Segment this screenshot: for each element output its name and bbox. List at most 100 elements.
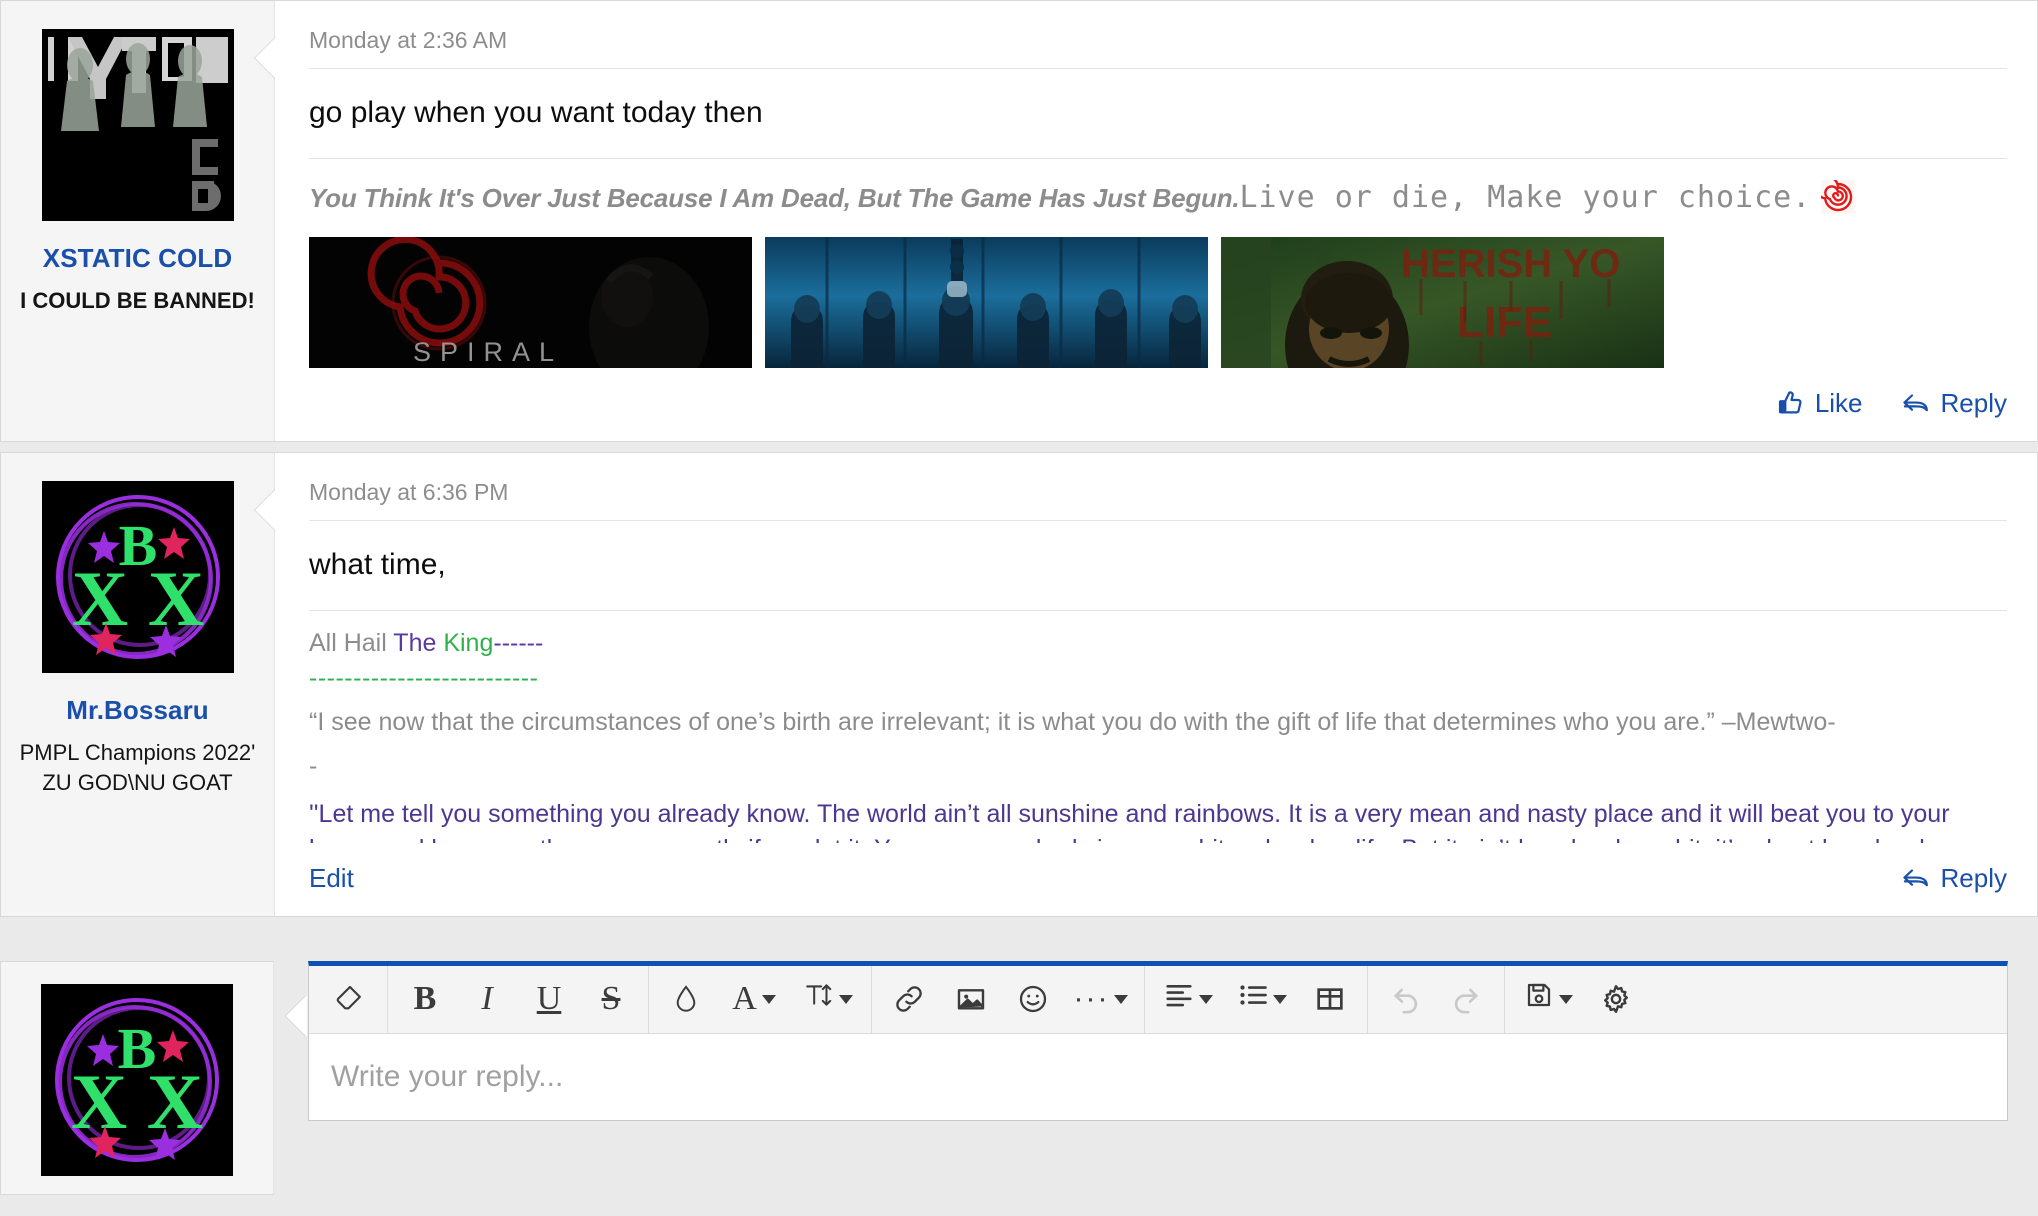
undo-icon[interactable] <box>1374 971 1436 1027</box>
signature-mewtwo-trailing: - <box>309 752 318 781</box>
signature-image-cherish-your-life[interactable]: HERISH YO LIFE <box>1221 236 1664 368</box>
insert-image-icon[interactable] <box>940 971 1002 1027</box>
text-color-icon[interactable] <box>655 971 717 1027</box>
svg-text:X: X <box>71 555 127 642</box>
post-2-user-title: PMPL Champions 2022' ZU GOD\NU GOAT <box>19 739 256 795</box>
post-1: XSTATIC COLD I COULD BE BANNED! Monday a… <box>0 0 2038 442</box>
post-2-timestamp[interactable]: Monday at 6:36 PM <box>309 479 2007 521</box>
edit-button[interactable]: Edit <box>309 863 354 894</box>
bold-button[interactable]: B <box>394 971 456 1027</box>
reply-editor-wrap: B I U S A ··· Write your reply... <box>274 960 2038 1195</box>
chevron-down-icon <box>1198 994 1213 1004</box>
signature-image-spiral-poster[interactable]: SPIRAL <box>309 236 752 368</box>
insert-table-icon[interactable] <box>1299 971 1361 1027</box>
text-align-button[interactable] <box>1151 971 1225 1027</box>
signature-italic-text: You Think It's Over Just Because I Am De… <box>309 183 1240 213</box>
signature-hail-line: All Hail The King------ <box>309 625 2007 661</box>
font-size-button[interactable] <box>791 971 865 1027</box>
toolbar-group-font: A <box>649 965 872 1033</box>
list-button[interactable] <box>1225 971 1299 1027</box>
post-2-username[interactable]: Mr.Bossaru <box>19 695 256 726</box>
editor-toolbar: B I U S A ··· <box>309 965 2007 1034</box>
edit-label: Edit <box>309 862 354 893</box>
insert-link-icon[interactable] <box>878 971 940 1027</box>
signature-image-row: SPIRAL HERISH YO LIFE <box>309 236 2007 368</box>
ellipsis-icon: ··· <box>1073 982 1110 1016</box>
editor-settings-gear-icon[interactable] <box>1585 971 1647 1027</box>
like-button[interactable]: Like <box>1777 388 1863 419</box>
post-1-bubble-arrow <box>255 37 276 79</box>
signature-mono-text: Live or die, Make your choice. <box>1239 180 1812 215</box>
signature-image-pig-mask-scene[interactable] <box>765 236 1208 368</box>
spiral-icon <box>1815 175 1856 223</box>
xstatic-cold-avatar-art <box>41 29 234 221</box>
font-family-button[interactable]: A <box>717 971 791 1027</box>
font-size-icon <box>804 980 834 1018</box>
reply-placeholder: Write your reply... <box>331 1059 564 1093</box>
post-1-timestamp[interactable]: Monday at 2:36 AM <box>309 27 2007 69</box>
reply-arrow-icon <box>1901 389 1931 417</box>
reply-label: Reply <box>1940 387 2007 418</box>
post-2-actions: Edit Reply <box>309 843 2007 916</box>
post-2-content: Monday at 6:36 PM what time, All Hail Th… <box>255 453 2037 916</box>
editor-separator <box>0 916 2038 961</box>
forum-thread-page: XSTATIC COLD I COULD BE BANNED! Monday a… <box>0 0 2038 1216</box>
reply-button[interactable]: Reply <box>1901 388 2007 419</box>
insert-smilie-icon[interactable] <box>1002 971 1064 1027</box>
like-label: Like <box>1814 387 1863 418</box>
italic-button[interactable]: I <box>456 971 518 1027</box>
chevron-down-icon <box>838 994 853 1004</box>
post-1-content: Monday at 2:36 AM go play when you want … <box>255 1 2037 441</box>
reply-editor-avatar[interactable]: B X X <box>41 983 233 1176</box>
post-2: B X X Mr.Bossaru PMPL Champions 2022' ZU… <box>0 451 2038 917</box>
post-1-username[interactable]: XSTATIC COLD <box>19 243 256 274</box>
signature-green-dashes: -------------------------- <box>309 664 539 693</box>
hail-dashes-purple: ------ <box>493 628 544 657</box>
post-2-signature: All Hail The King------ ----------------… <box>309 611 2007 843</box>
chevron-down-icon <box>1558 994 1573 1004</box>
chevron-down-icon <box>1272 994 1287 1004</box>
signature-rocky-quote: ''Let me tell you something you already … <box>309 799 1972 843</box>
hail-king-text: King <box>443 628 494 657</box>
post-1-avatar[interactable] <box>41 29 234 221</box>
post-2-bubble-arrow <box>255 488 276 531</box>
chevron-down-icon <box>1114 994 1129 1004</box>
toolbar-group-clear <box>313 965 388 1033</box>
reply-button[interactable]: Reply <box>1901 863 2007 894</box>
more-options-button[interactable]: ··· <box>1064 971 1138 1027</box>
post-1-message: go play when you want today then <box>309 69 2007 159</box>
reply-editor-block: B X X B I U S A ··· Write your reply... <box>0 960 2038 1195</box>
save-disk-icon <box>1524 980 1554 1018</box>
hail-plain-text: All Hail <box>309 628 394 657</box>
font-family-letter: A <box>732 980 757 1018</box>
post-2-user-column: B X X Mr.Bossaru PMPL Champions 2022' ZU… <box>1 452 275 916</box>
toolbar-group-draft <box>1505 966 1653 1033</box>
reply-input[interactable]: Write your reply... <box>309 1033 2007 1120</box>
bulleted-list-icon <box>1238 982 1268 1016</box>
post-separator-1 <box>0 441 2038 452</box>
toolbar-group-block <box>1145 965 1368 1033</box>
mr-bossaru-avatar-art: B X X <box>41 480 234 673</box>
signature-mewtwo-quote: “I see now that the circumstances of one… <box>309 708 1836 737</box>
post-1-user-title: I COULD BE BANNED! <box>20 288 255 314</box>
post-1-signature: You Think It's Over Just Because I Am De… <box>309 159 2007 227</box>
post-2-avatar[interactable]: B X X <box>41 480 234 673</box>
strikethrough-button[interactable]: S <box>580 971 642 1027</box>
thumbs-up-icon <box>1777 389 1805 417</box>
draft-button[interactable] <box>1511 971 1585 1027</box>
toolbar-group-insert: ··· <box>872 965 1145 1033</box>
post-1-actions: Like Reply <box>309 368 2007 441</box>
toolbar-group-history <box>1368 965 1505 1033</box>
reply-label: Reply <box>1940 862 2007 893</box>
redo-icon[interactable] <box>1436 971 1498 1027</box>
svg-text:X: X <box>147 1058 203 1145</box>
post-1-user-column: XSTATIC COLD I COULD BE BANNED! <box>1 1 275 441</box>
reply-arrow-icon <box>1901 864 1931 892</box>
svg-text:X: X <box>71 1058 127 1145</box>
chevron-down-icon <box>761 994 776 1004</box>
mr-bossaru-avatar-art: B X X <box>41 983 233 1176</box>
reply-editor: B I U S A ··· Write your reply... <box>308 960 2008 1121</box>
underline-button[interactable]: U <box>518 971 580 1027</box>
remove-formatting-icon[interactable] <box>319 971 381 1027</box>
reply-editor-user-column: B X X <box>0 960 274 1195</box>
